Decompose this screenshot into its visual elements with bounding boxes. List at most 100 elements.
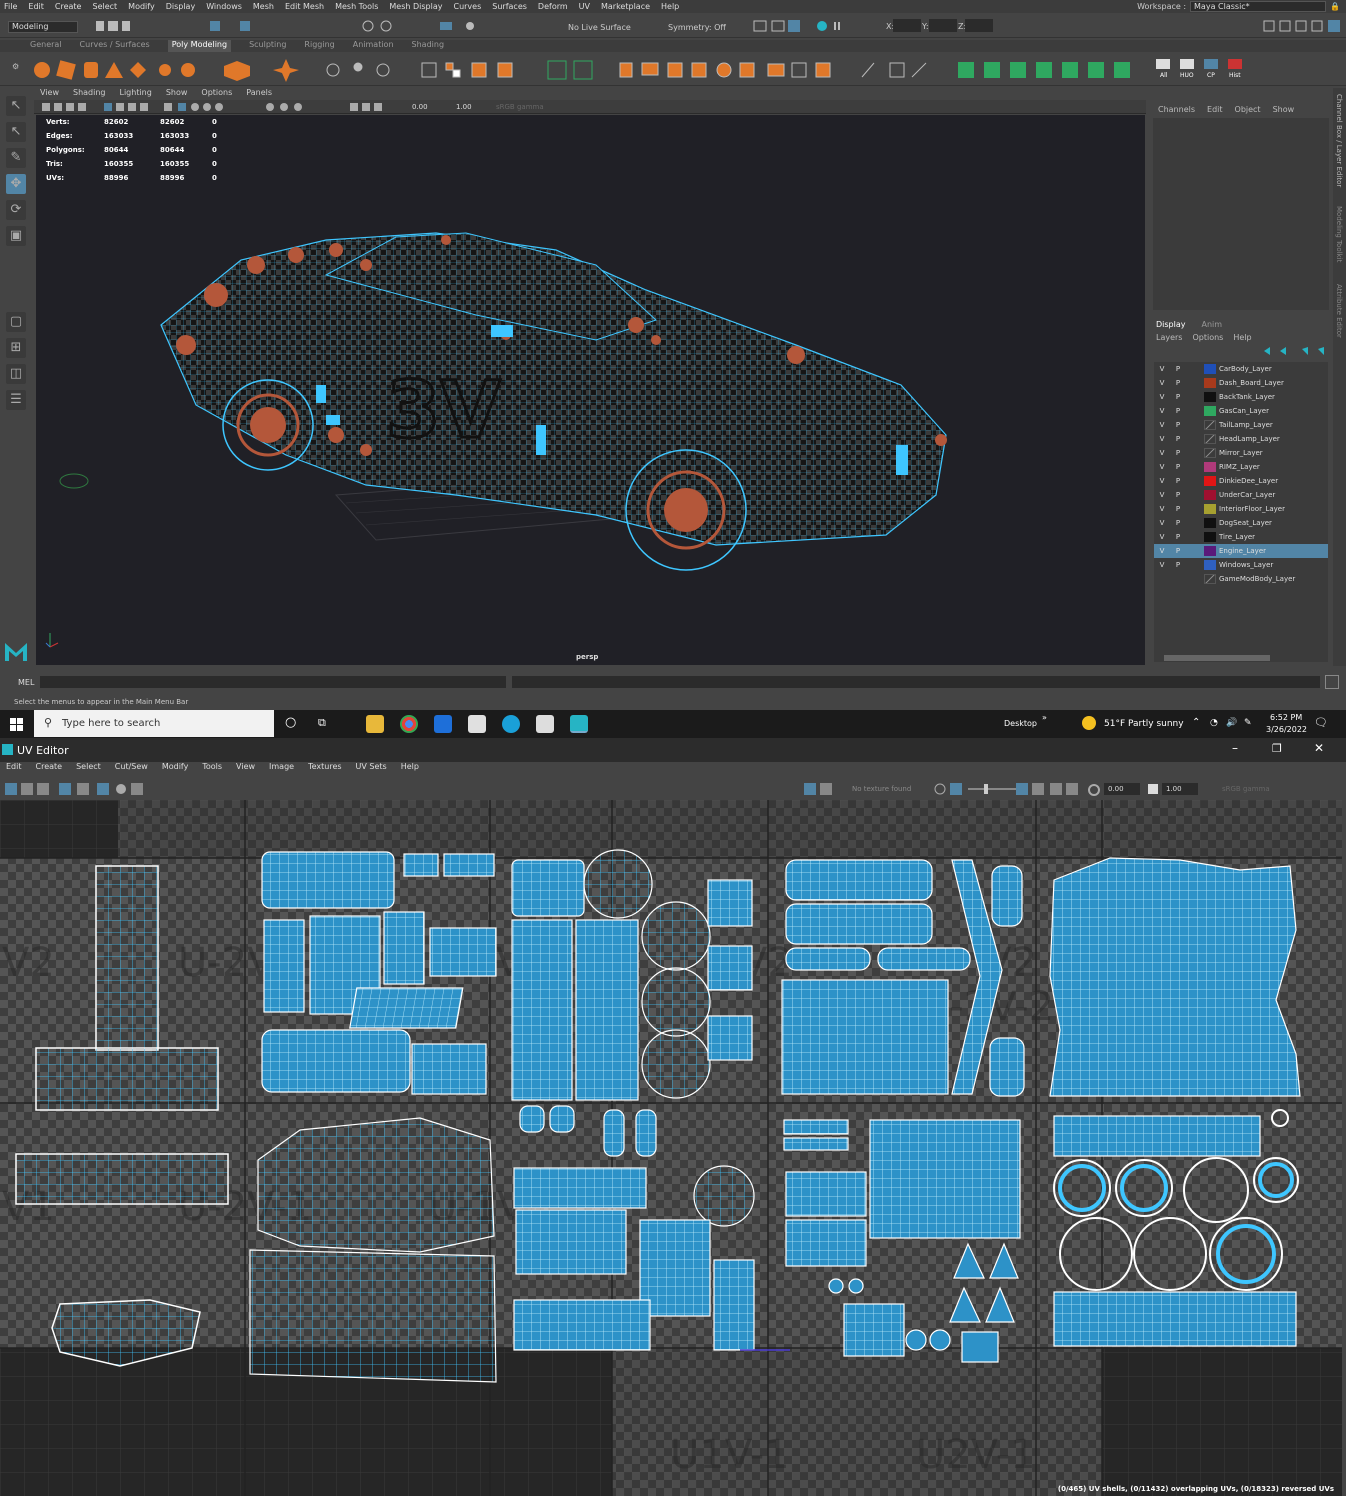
texture-dropdown[interactable]: No texture found [852, 785, 911, 793]
clock-time[interactable]: 6:52 PM [1270, 713, 1302, 722]
layer-color-swatch[interactable] [1204, 476, 1216, 486]
tab-shading[interactable]: Shading [412, 40, 445, 52]
layer-playback-toggle[interactable]: P [1170, 491, 1186, 499]
layer-color-swatch[interactable] [1204, 518, 1216, 528]
layer-row[interactable]: V P Engine_Layer [1154, 544, 1328, 558]
workspace-dropdown[interactable]: Maya Classic* [1190, 1, 1327, 12]
layer-menu-options[interactable]: Options [1192, 333, 1223, 342]
minimize-icon[interactable]: – [1232, 741, 1238, 755]
pen-icon[interactable]: ✎ [1244, 718, 1252, 728]
layer-visibility-toggle[interactable]: V [1154, 393, 1170, 401]
channel-menu-object[interactable]: Object [1235, 105, 1261, 114]
layer-color-swatch[interactable] [1204, 532, 1216, 542]
store-icon[interactable] [468, 715, 486, 733]
layer-playback-toggle[interactable]: P [1170, 407, 1186, 415]
layer-visibility-toggle[interactable]: V [1154, 547, 1170, 555]
layer-color-swatch[interactable] [1204, 490, 1216, 500]
exposure-icon[interactable] [1088, 784, 1100, 796]
color-space-dropdown[interactable]: sRGB gamma [496, 103, 608, 111]
panel-toolbar-icons[interactable] [40, 102, 420, 112]
menu-marketplace[interactable]: Marketplace [601, 2, 650, 11]
gamma-icon[interactable] [1148, 784, 1158, 794]
edge-icon[interactable] [502, 715, 520, 733]
panel-menu-panels[interactable]: Panels [246, 88, 272, 100]
layer-color-swatch[interactable] [1204, 420, 1216, 430]
two-view-icon[interactable]: ◫ [6, 364, 26, 384]
menu-deform[interactable]: Deform [538, 2, 568, 11]
uv-selection-mode-icons[interactable] [4, 782, 144, 796]
modeling-toolkit-side-tab[interactable]: Modeling Toolkit [1335, 206, 1343, 262]
menu-curves[interactable]: Curves [453, 2, 481, 11]
layer-name[interactable]: Mirror_Layer [1219, 449, 1263, 457]
layer-row[interactable]: V P Dash_Board_Layer [1154, 376, 1328, 390]
layer-color-swatch[interactable] [1204, 406, 1216, 416]
layer-color-swatch[interactable] [1204, 434, 1216, 444]
outliner-icon[interactable]: ☰ [6, 390, 26, 410]
layer-row[interactable]: V P InteriorFloor_Layer [1154, 502, 1328, 516]
layer-row[interactable]: V P HeadLamp_Layer [1154, 432, 1328, 446]
layer-visibility-toggle[interactable]: V [1154, 407, 1170, 415]
four-view-icon[interactable]: ⊞ [6, 338, 26, 358]
layer-name[interactable]: GameModBody_Layer [1219, 575, 1295, 583]
layer-row[interactable]: V P UnderCar_Layer [1154, 488, 1328, 502]
menu-help[interactable]: Help [661, 2, 679, 11]
layer-visibility-toggle[interactable]: V [1154, 379, 1170, 387]
snipping-tool-icon[interactable] [536, 715, 554, 733]
uv-menu-view[interactable]: View [236, 762, 255, 776]
menu-set-dropdown[interactable]: Modeling [8, 21, 78, 33]
layer-row[interactable]: V P CarBody_Layer [1154, 362, 1328, 376]
layer-row[interactable]: V P BackTank_Layer [1154, 390, 1328, 404]
volume-icon[interactable]: 🔊 [1226, 718, 1237, 728]
tab-rigging[interactable]: Rigging [304, 40, 334, 52]
menu-windows[interactable]: Windows [206, 2, 242, 11]
uv-menu-uv-sets[interactable]: UV Sets [356, 762, 387, 776]
menu-mesh-tools[interactable]: Mesh Tools [335, 2, 378, 11]
select-tool-icon[interactable]: ↖ [6, 96, 26, 116]
layer-playback-toggle[interactable]: P [1170, 435, 1186, 443]
shelf-gear-icon[interactable]: ⚙ [12, 62, 20, 76]
single-view-icon[interactable]: ▢ [6, 312, 26, 332]
notifications-icon[interactable]: 🗨 [1314, 716, 1328, 729]
layer-name[interactable]: DogSeat_Layer [1219, 519, 1272, 527]
layer-color-swatch[interactable] [1204, 504, 1216, 514]
layer-row[interactable]: V P Tire_Layer [1154, 530, 1328, 544]
menu-modify[interactable]: Modify [128, 2, 155, 11]
channel-menu-show[interactable]: Show [1273, 105, 1295, 114]
channel-box-area[interactable] [1153, 118, 1329, 310]
layer-name[interactable]: UnderCar_Layer [1219, 491, 1275, 499]
uv-gamma-field[interactable]: 1.00 [1162, 783, 1198, 795]
layer-playback-toggle[interactable]: P [1170, 547, 1186, 555]
task-view-icon[interactable]: ⧉ [318, 716, 326, 730]
layer-playback-toggle[interactable]: P [1170, 477, 1186, 485]
network-icon[interactable]: ◔ [1210, 718, 1218, 728]
layer-name[interactable]: HeadLamp_Layer [1219, 435, 1280, 443]
menu-mesh[interactable]: Mesh [253, 2, 274, 11]
layer-name[interactable]: InteriorFloor_Layer [1219, 505, 1285, 513]
layer-visibility-toggle[interactable]: V [1154, 561, 1170, 569]
y-field[interactable] [929, 19, 957, 32]
layer-name[interactable]: CarBody_Layer [1219, 365, 1272, 373]
layer-playback-toggle[interactable]: P [1170, 561, 1186, 569]
desktop-toolbar-label[interactable]: Desktop [1004, 719, 1037, 728]
layer-row[interactable]: V P DogSeat_Layer [1154, 516, 1328, 530]
layer-color-swatch[interactable] [1204, 574, 1216, 584]
close-icon[interactable]: ✕ [1314, 741, 1324, 755]
panel-menu-shading[interactable]: Shading [73, 88, 106, 100]
weather-text[interactable]: 51°F Partly sunny [1104, 719, 1184, 729]
layer-color-swatch[interactable] [1204, 448, 1216, 458]
mail-icon[interactable] [434, 715, 452, 733]
menu-edit-mesh[interactable]: Edit Mesh [285, 2, 324, 11]
menu-create[interactable]: Create [55, 2, 82, 11]
layer-visibility-toggle[interactable]: V [1154, 449, 1170, 457]
uv-menu-modify[interactable]: Modify [162, 762, 189, 776]
taskbar-search-box[interactable]: ⚲ Type here to search [34, 710, 274, 737]
layer-color-swatch[interactable] [1204, 392, 1216, 402]
layer-name[interactable]: RIMZ_Layer [1219, 463, 1260, 471]
menu-edit[interactable]: Edit [28, 2, 44, 11]
uv-menu-textures[interactable]: Textures [308, 762, 341, 776]
uv-menu-create[interactable]: Create [36, 762, 63, 776]
layer-name[interactable]: GasCan_Layer [1219, 407, 1269, 415]
x-field[interactable] [893, 19, 921, 32]
panel-toggle-icons[interactable] [1262, 19, 1344, 33]
menu-select[interactable]: Select [92, 2, 117, 11]
